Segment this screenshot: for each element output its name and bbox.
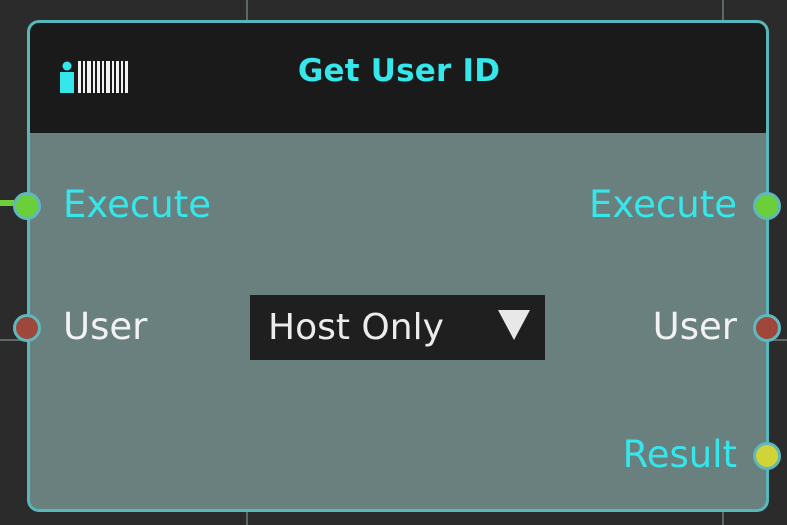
dropdown-selected-value: Host Only	[268, 307, 444, 348]
output-result-label: Result	[622, 433, 737, 476]
access-mode-dropdown[interactable]: Host Only	[250, 295, 545, 360]
exec-wire	[0, 200, 14, 206]
input-execute-label: Execute	[63, 183, 211, 226]
triangle-down-icon[interactable]	[498, 310, 530, 340]
input-user-label: User	[63, 305, 148, 348]
output-execute-label: Execute	[589, 183, 737, 226]
output-user-pin[interactable]	[753, 314, 781, 342]
output-execute-pin[interactable]	[753, 192, 781, 220]
output-user-label: User	[652, 305, 737, 348]
get-user-id-node[interactable]: Get User ID Execute User Execute User Re…	[13, 20, 781, 512]
node-title: Get User ID	[297, 53, 501, 89]
node-header[interactable]: Get User ID	[30, 23, 766, 133]
output-result-pin[interactable]	[753, 442, 781, 470]
input-user-pin[interactable]	[13, 314, 41, 342]
input-execute-pin[interactable]	[13, 192, 41, 220]
